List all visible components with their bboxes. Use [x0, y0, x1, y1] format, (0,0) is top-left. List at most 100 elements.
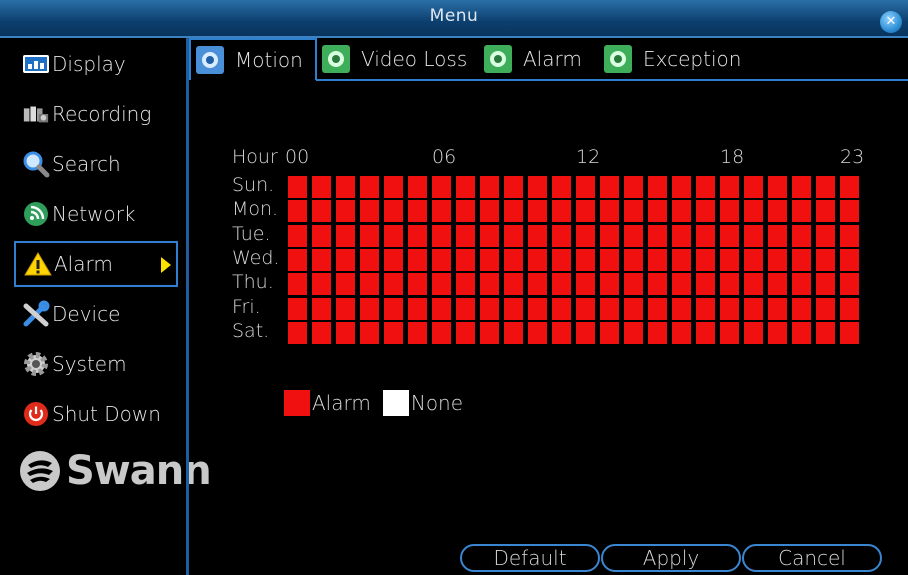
schedule-cell[interactable]	[672, 297, 691, 320]
schedule-cell[interactable]	[360, 200, 379, 223]
schedule-cell[interactable]	[768, 176, 787, 198]
schedule-cell[interactable]	[840, 273, 859, 296]
schedule-cell[interactable]	[360, 176, 379, 198]
schedule-cell[interactable]	[408, 200, 427, 223]
schedule-cell[interactable]	[360, 248, 379, 271]
schedule-cell[interactable]	[768, 248, 787, 271]
schedule-cell[interactable]	[720, 321, 739, 344]
schedule-cell[interactable]	[768, 321, 787, 344]
schedule-cell[interactable]	[576, 297, 595, 320]
schedule-cell[interactable]	[792, 176, 811, 198]
schedule-cell[interactable]	[552, 248, 571, 271]
schedule-cell[interactable]	[456, 297, 475, 320]
schedule-cell[interactable]	[768, 200, 787, 223]
schedule-cell[interactable]	[456, 321, 475, 344]
schedule-cell[interactable]	[480, 200, 499, 223]
schedule-cell[interactable]	[840, 297, 859, 320]
schedule-cell[interactable]	[336, 273, 355, 296]
schedule-cell[interactable]	[696, 297, 715, 320]
schedule-cell[interactable]	[672, 224, 691, 247]
schedule-cell[interactable]	[528, 273, 547, 296]
schedule-cell[interactable]	[288, 248, 307, 271]
schedule-cell[interactable]	[696, 248, 715, 271]
schedule-cell[interactable]	[816, 200, 835, 223]
sidebar-item-device[interactable]: Device	[14, 291, 178, 337]
schedule-cell[interactable]	[720, 273, 739, 296]
schedule-cell[interactable]	[624, 200, 643, 223]
schedule-cell[interactable]	[480, 224, 499, 247]
schedule-cell[interactable]	[624, 297, 643, 320]
schedule-cell[interactable]	[792, 200, 811, 223]
schedule-cell[interactable]	[312, 200, 331, 223]
schedule-cell[interactable]	[624, 248, 643, 271]
schedule-cell[interactable]	[312, 176, 331, 198]
schedule-cell[interactable]	[336, 200, 355, 223]
schedule-cell[interactable]	[696, 224, 715, 247]
schedule-cell[interactable]	[312, 224, 331, 247]
schedule-cell[interactable]	[792, 321, 811, 344]
schedule-cell[interactable]	[336, 224, 355, 247]
schedule-cell[interactable]	[384, 273, 403, 296]
schedule-cell[interactable]	[672, 321, 691, 344]
schedule-cell[interactable]	[624, 224, 643, 247]
schedule-cell[interactable]	[840, 321, 859, 344]
schedule-cell[interactable]	[768, 224, 787, 247]
schedule-cell[interactable]	[816, 273, 835, 296]
schedule-cell[interactable]	[408, 321, 427, 344]
schedule-cell[interactable]	[432, 273, 451, 296]
schedule-cell[interactable]	[600, 321, 619, 344]
schedule-cell[interactable]	[744, 297, 763, 320]
sidebar-item-recording[interactable]: Recording	[14, 91, 178, 137]
schedule-cell[interactable]	[480, 273, 499, 296]
schedule-cell[interactable]	[624, 273, 643, 296]
schedule-cell[interactable]	[480, 297, 499, 320]
schedule-cell[interactable]	[768, 273, 787, 296]
schedule-cell[interactable]	[552, 224, 571, 247]
schedule-cell[interactable]	[816, 248, 835, 271]
schedule-cell[interactable]	[840, 224, 859, 247]
schedule-cell[interactable]	[408, 297, 427, 320]
schedule-cell[interactable]	[504, 224, 523, 247]
schedule-cell[interactable]	[408, 224, 427, 247]
schedule-cell[interactable]	[456, 248, 475, 271]
schedule-cell[interactable]	[408, 176, 427, 198]
schedule-cell[interactable]	[744, 321, 763, 344]
schedule-cell[interactable]	[408, 248, 427, 271]
schedule-cell[interactable]	[576, 200, 595, 223]
schedule-cell[interactable]	[432, 248, 451, 271]
schedule-cell[interactable]	[792, 273, 811, 296]
schedule-cell[interactable]	[648, 321, 667, 344]
schedule-cell[interactable]	[384, 224, 403, 247]
schedule-cell[interactable]	[360, 297, 379, 320]
schedule-cell[interactable]	[384, 248, 403, 271]
schedule-cell[interactable]	[528, 176, 547, 198]
schedule-cell[interactable]	[456, 273, 475, 296]
schedule-cell[interactable]	[288, 321, 307, 344]
schedule-cell[interactable]	[504, 273, 523, 296]
schedule-cell[interactable]	[672, 200, 691, 223]
schedule-cell[interactable]	[336, 297, 355, 320]
schedule-cell[interactable]	[528, 248, 547, 271]
schedule-cell[interactable]	[432, 176, 451, 198]
schedule-cell[interactable]	[672, 248, 691, 271]
schedule-cell[interactable]	[648, 297, 667, 320]
schedule-cell[interactable]	[696, 273, 715, 296]
schedule-cell[interactable]	[408, 273, 427, 296]
schedule-cell[interactable]	[288, 224, 307, 247]
schedule-cell[interactable]	[360, 273, 379, 296]
schedule-cell[interactable]	[648, 224, 667, 247]
schedule-cell[interactable]	[792, 297, 811, 320]
schedule-cell[interactable]	[552, 297, 571, 320]
schedule-cell[interactable]	[576, 248, 595, 271]
schedule-cell[interactable]	[720, 176, 739, 198]
schedule-cell[interactable]	[840, 200, 859, 223]
schedule-cell[interactable]	[360, 321, 379, 344]
schedule-cell[interactable]	[480, 321, 499, 344]
schedule-cell[interactable]	[312, 248, 331, 271]
schedule-cell[interactable]	[288, 273, 307, 296]
schedule-cell[interactable]	[768, 297, 787, 320]
schedule-cell[interactable]	[288, 297, 307, 320]
schedule-cell[interactable]	[672, 176, 691, 198]
schedule-cell[interactable]	[360, 224, 379, 247]
schedule-cell[interactable]	[336, 321, 355, 344]
